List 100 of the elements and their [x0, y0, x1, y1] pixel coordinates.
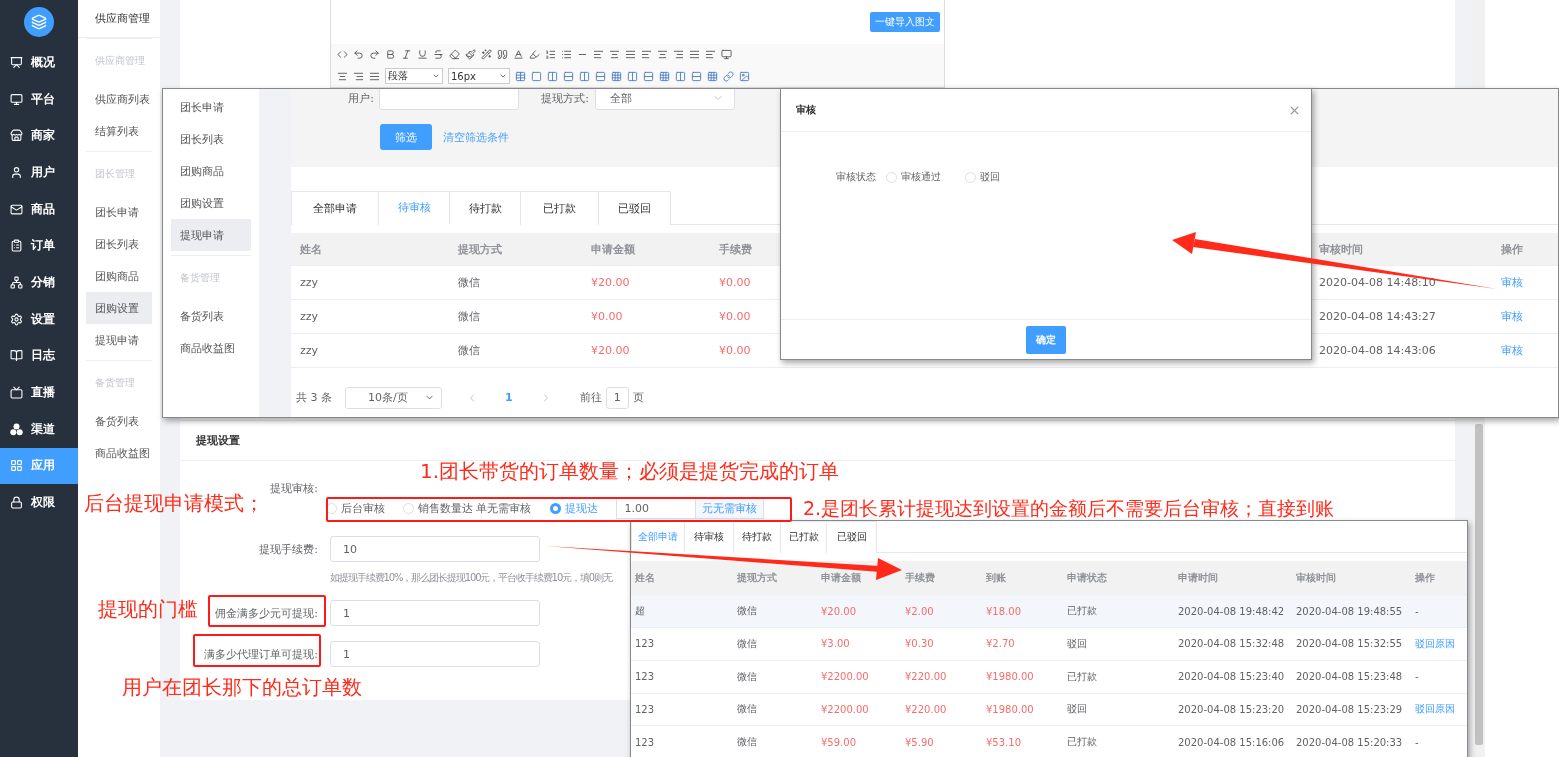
toolbar-icon[interactable]: [497, 48, 508, 60]
toolbar-icon[interactable]: [561, 48, 572, 60]
nav-item[interactable]: 渠道: [0, 410, 78, 448]
sidebar-item[interactable]: 团长申请: [86, 196, 152, 228]
tab[interactable]: 待打款: [734, 521, 781, 553]
page-size-select[interactable]: 10条/页: [345, 386, 442, 409]
nav-item[interactable]: 商家: [0, 117, 78, 155]
method-select[interactable]: 全部: [595, 89, 735, 110]
toolbar-icon[interactable]: [449, 48, 460, 60]
amount-field[interactable]: 1.00: [615, 497, 696, 519]
sidebar-item[interactable]: 备货列表: [171, 300, 251, 332]
toolbar-icon[interactable]: [625, 48, 636, 60]
toolbar-icon[interactable]: [515, 70, 526, 82]
nav-item[interactable]: 设置: [0, 300, 78, 338]
radio-option[interactable]: 销售数量达 单无需审核: [403, 500, 532, 516]
sidebar-item[interactable]: 提现申请: [86, 324, 152, 356]
sidebar-item[interactable]: 团购商品: [171, 155, 251, 187]
sidebar-item[interactable]: 商品收益图: [86, 437, 152, 469]
toolbar-icon[interactable]: [465, 48, 476, 60]
toolbar-icon[interactable]: [659, 70, 670, 82]
sidebar-item[interactable]: 团购设置: [171, 187, 251, 219]
toolbar-icon[interactable]: [401, 48, 412, 60]
toolbar-icon[interactable]: [593, 48, 604, 60]
toolbar-icon[interactable]: [691, 70, 702, 82]
toolbar-icon[interactable]: [337, 70, 348, 82]
radio-option[interactable]: 后台审核: [326, 500, 385, 516]
sidebar-item[interactable]: 商品收益图: [171, 332, 251, 364]
table-cell-text: 微信: [457, 309, 481, 325]
table-cell-text: 2020-04-08 14:43:27: [1318, 310, 1437, 324]
nav-item[interactable]: 日志: [0, 337, 78, 375]
nav-item[interactable]: 分销: [0, 264, 78, 301]
order-threshold-field[interactable]: 1: [330, 641, 540, 667]
column-header: 手续费: [718, 241, 753, 257]
tab[interactable]: 待审核: [685, 521, 734, 553]
toolbar-icon[interactable]: [595, 70, 606, 82]
toolbar-icon[interactable]: [627, 70, 638, 82]
toolbar-icon[interactable]: [643, 70, 654, 82]
toolbar-icon[interactable]: [657, 48, 668, 60]
toolbar-icon[interactable]: [707, 70, 718, 82]
radio-option[interactable]: 审核通过: [886, 170, 941, 184]
toolbar-icon[interactable]: [723, 70, 734, 82]
toolbar-icon[interactable]: [739, 70, 750, 82]
toolbar-icon[interactable]: [531, 70, 542, 82]
toolbar-icon[interactable]: [673, 48, 684, 60]
toolbar-icon[interactable]: [579, 70, 590, 82]
sidebar-item[interactable]: 团购商品: [86, 260, 152, 292]
annotation-text: 提现的门槛: [98, 597, 198, 621]
amount-threshold-field[interactable]: 1: [330, 600, 540, 626]
sidebar-item[interactable]: 备货列表: [86, 405, 152, 437]
toolbar-icon[interactable]: [705, 48, 716, 60]
toolbar-icon[interactable]: [675, 70, 686, 82]
tab[interactable]: 全部申请: [291, 190, 379, 225]
paragraph-select[interactable]: 段落: [385, 68, 443, 85]
sidebar-item[interactable]: 团长列表: [86, 228, 152, 260]
toolbar-icon[interactable]: [611, 70, 622, 82]
nav-item[interactable]: 权限: [0, 484, 78, 521]
table-cell-text: ¥1980.00: [985, 703, 1035, 715]
table-cell-text: 2020-04-08 15:23:48: [1295, 671, 1404, 683]
tab[interactable]: 已驳回: [827, 521, 877, 553]
toolbar-icon[interactable]: [353, 70, 364, 82]
toolbar-icon[interactable]: [513, 48, 524, 60]
fee-field[interactable]: 10: [330, 536, 540, 562]
toolbar-icon[interactable]: [641, 48, 652, 60]
toolbar-icon[interactable]: [545, 48, 556, 60]
tab[interactable]: 已打款: [521, 190, 599, 225]
toolbar-icon[interactable]: [529, 48, 540, 60]
toolbar-icon[interactable]: [547, 70, 558, 82]
nav-item[interactable]: 概况: [0, 44, 78, 81]
tab[interactable]: 已驳回: [599, 190, 671, 225]
toolbar-icon[interactable]: [609, 48, 620, 60]
tab[interactable]: 已打款: [781, 521, 827, 553]
sidebar-item[interactable]: 团长申请: [171, 91, 251, 123]
toolbar-icon[interactable]: [563, 70, 574, 82]
toolbar-icon[interactable]: [689, 48, 700, 60]
sidebar-item[interactable]: 团购设置: [86, 292, 152, 324]
toolbar-icon[interactable]: [481, 48, 492, 60]
toolbar-icon[interactable]: [385, 48, 396, 60]
toolbar-icon[interactable]: [353, 48, 364, 60]
toolbar-icon[interactable]: [417, 48, 428, 60]
table-cell-text: ¥0.30: [904, 638, 935, 650]
toolbar-icon[interactable]: [337, 48, 348, 60]
sidebar-item[interactable]: 提现申请: [171, 219, 251, 251]
toolbar-icon[interactable]: [721, 48, 732, 60]
page-field[interactable]: 1: [605, 386, 629, 409]
sidebar-item[interactable]: 结算列表: [86, 115, 152, 147]
user-field[interactable]: [379, 89, 519, 110]
nav-item[interactable]: 平台: [0, 80, 78, 118]
nav-item[interactable]: 订单: [0, 227, 78, 265]
radio-option[interactable]: 驳回: [965, 170, 1000, 184]
nav-item[interactable]: 直播: [0, 374, 78, 411]
nav-item[interactable]: 商品: [0, 190, 78, 228]
tab[interactable]: 待打款: [450, 190, 521, 225]
font-size-select[interactable]: 16px: [448, 68, 510, 85]
toolbar-icon[interactable]: [369, 70, 380, 82]
sidebar-item[interactable]: 团长列表: [171, 123, 251, 155]
table-cell-text: 123: [634, 638, 656, 650]
nav-item[interactable]: 用户: [0, 154, 78, 191]
sidebar-item[interactable]: 供应商列表: [86, 83, 152, 115]
toolbar-icon[interactable]: [369, 48, 380, 60]
toolbar-icon[interactable]: [433, 48, 444, 60]
